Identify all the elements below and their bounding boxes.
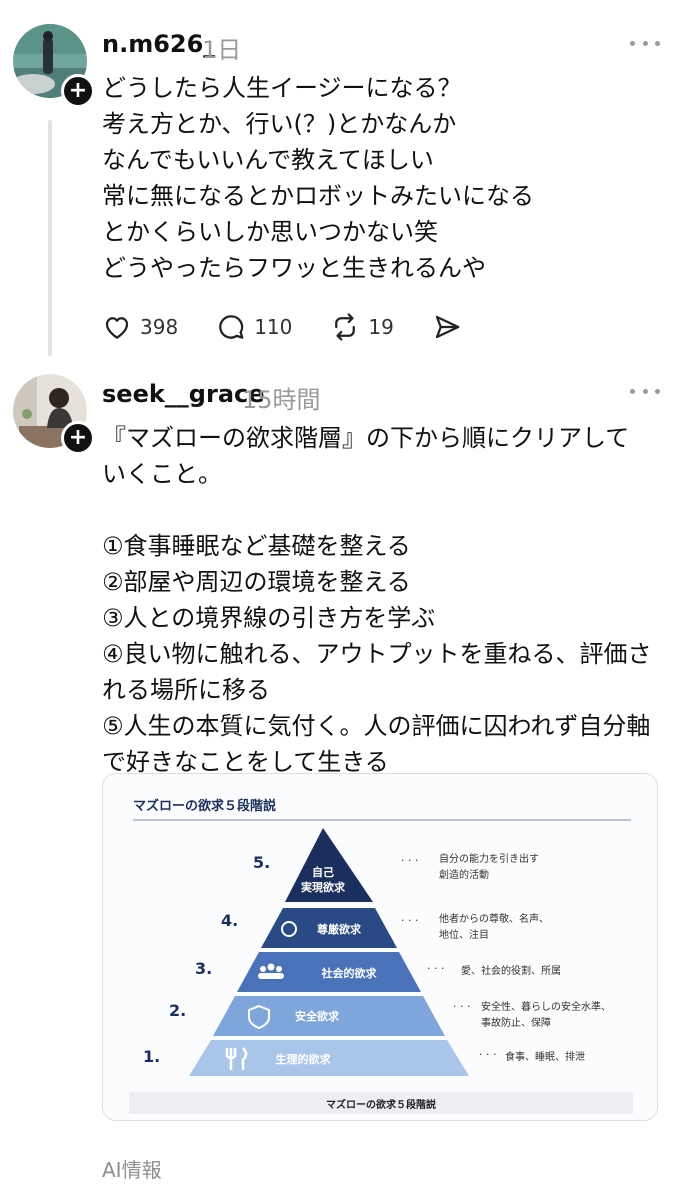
send-icon [435,315,460,339]
level-description: 食事、睡眠、排泄 [505,1050,585,1063]
timestamp: 1日 [202,36,242,64]
svg-text:· · ·: · · · [401,914,418,927]
svg-text:· · ·: · · · [427,962,444,975]
repost-icon [335,313,356,341]
level-label: 尊厳欲求 [317,922,362,936]
level-number: 4. [221,911,238,930]
level-description: 地位、注目 [439,928,489,941]
username[interactable]: seek__grace [102,380,265,408]
pyramid-caption: マズローの欲求５段階説 [326,1098,436,1111]
svg-text:· · ·: · · · [401,854,418,867]
level-label: 実現欲求 [301,880,346,894]
more-options-icon[interactable] [630,38,660,48]
post-text: 『マズローの欲求階層』の下から順にクリアしていくこと。 ①食事睡眠など基礎を整え… [102,424,652,776]
repost-button[interactable]: 19 [330,312,394,342]
reply-count: 110 [254,315,293,339]
level-number: 2. [169,1001,186,1020]
like-count: 398 [140,315,179,339]
level-number: 3. [195,959,212,978]
level-description: 他者からの尊敬、名声、 [439,912,549,925]
level-number: 1. [143,1047,160,1066]
level-label: 社会的欲求 [321,966,378,980]
pyramid-heading: マズローの欲求５段階説 [133,798,276,814]
level-description: 創造的活動 [439,868,489,881]
svg-text:· · ·: · · · [453,1000,470,1013]
follow-plus-button[interactable]: + [61,421,95,455]
like-button[interactable]: 398 [102,312,178,342]
post-text: どうしたら人生イージーになる？ 考え方とか、行い(？)とかなんか なんでもいいん… [102,74,534,282]
ai-info-label[interactable]: AI情報 [102,1154,162,1183]
follow-plus-button[interactable]: + [61,74,95,108]
username[interactable]: n.m626_ [102,30,215,58]
repost-count: 19 [368,315,394,339]
level-description: 自分の能力を引き出す [439,852,539,865]
timestamp: 15時間 [242,386,321,414]
svg-text:· · ·: · · · [479,1048,496,1061]
action-bar: 398 110 19 [102,312,500,342]
maslow-pyramid-image[interactable]: マズローの欲求５段階説 5. 自己 実現欲求 · · · 自分の能力を引き出す … [102,773,658,1121]
level-label: 自己 [312,865,334,879]
more-options-icon[interactable] [630,386,660,396]
reply-button[interactable]: 110 [216,312,292,342]
level-description: 安全性、暮らしの安全水準、 [481,1000,611,1013]
share-button[interactable] [432,312,462,342]
thread-line [48,120,52,356]
pyramid-diagram: マズローの欲求５段階説 5. 自己 実現欲求 · · · 自分の能力を引き出す … [129,798,633,1114]
heart-icon [105,317,129,339]
level-label: 生理的欲求 [276,1052,332,1066]
level-number: 5. [253,853,270,872]
level-label: 安全欲求 [295,1009,340,1023]
comment-icon [219,315,244,339]
level-description: 事故防止、保障 [481,1016,551,1029]
level-description: 愛、社会的役割、所属 [461,964,561,977]
